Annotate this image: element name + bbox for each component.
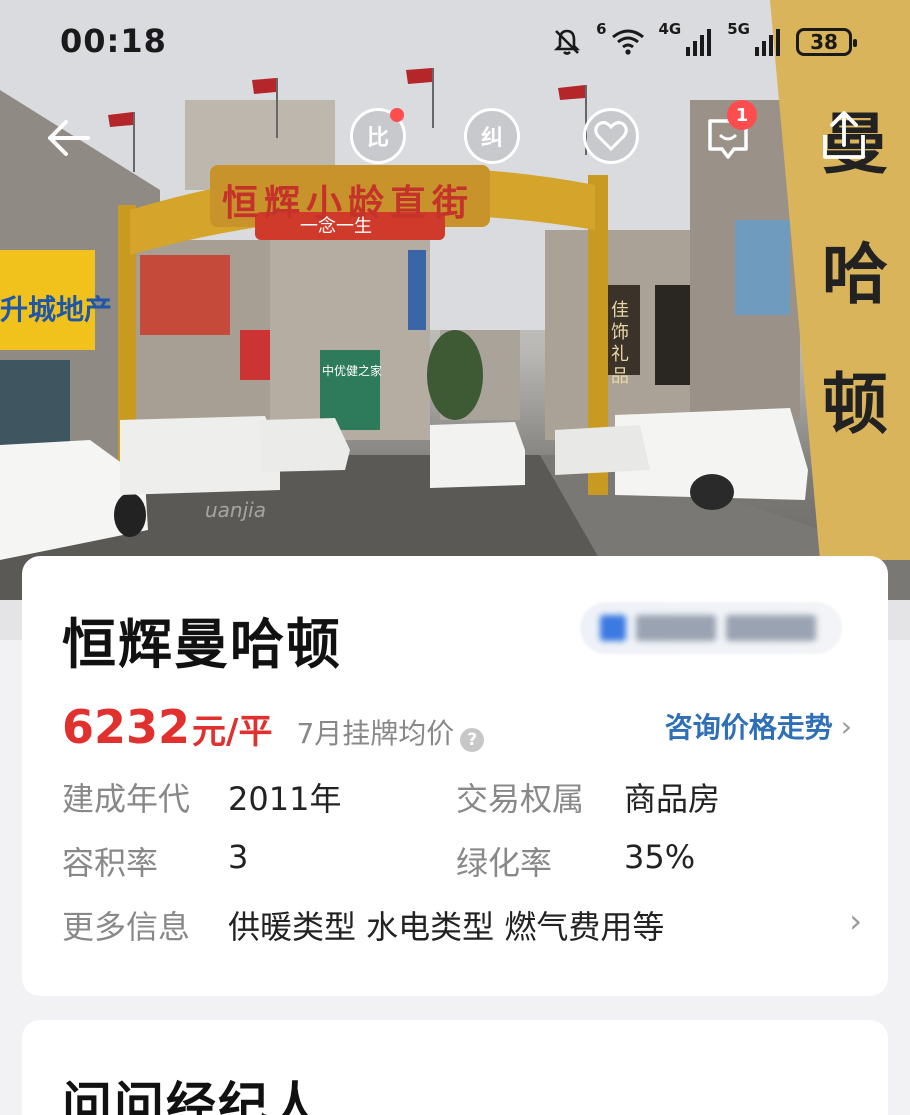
field-value: 3 — [228, 838, 249, 876]
left-shop-sign: 升城地产 — [0, 293, 113, 326]
share-icon — [823, 111, 865, 159]
community-photo[interactable]: 恒辉小龄直街 一念一生 升城地产 佳饰礼品 曼哈顿 中优健之家 uanjia 0… — [0, 0, 910, 640]
center-shop-sign: 中优健之家 — [322, 364, 383, 378]
correct-button[interactable]: 纠 — [464, 108, 520, 164]
arch-sub-text: 一念一生 — [300, 216, 372, 237]
info-row: 建成年代 2011年 交易权属 商品房 — [62, 774, 862, 838]
status-bar: 00:18 6 4G 5G 38 — [0, 0, 910, 84]
wifi-label: 6 — [596, 20, 607, 38]
price-trend-label: 咨询价格走势 — [664, 711, 833, 744]
back-button[interactable] — [40, 110, 96, 166]
mute-bell-icon — [553, 29, 581, 55]
blurred-tag — [580, 602, 842, 654]
field-label: 绿化率 — [456, 844, 553, 882]
battery-indicator: 38 — [796, 28, 857, 56]
more-info-label: 更多信息 — [62, 908, 191, 946]
info-row: 容积率 3 绿化率 35% — [62, 838, 862, 902]
field-value: 35% — [624, 838, 696, 876]
watermark: uanjia — [205, 498, 266, 522]
back-arrow-icon — [48, 120, 90, 156]
field-label: 交易权属 — [456, 780, 585, 818]
signal-bars-icon-2 — [755, 29, 780, 56]
wifi-icon — [611, 29, 644, 55]
chevron-right-icon: › — [840, 709, 852, 743]
signal-bars-icon — [686, 29, 712, 56]
price-note: 7月挂牌均价 — [296, 717, 455, 750]
price-value: 6232 — [62, 700, 191, 754]
status-time: 00:18 — [60, 22, 167, 60]
ask-agent-card: 问问经纪人 — [22, 1020, 888, 1115]
price-trend-link[interactable]: 咨询价格走势 › — [665, 706, 852, 746]
net1-label: 4G — [658, 20, 682, 38]
info-grid: 建成年代 2011年 交易权属 商品房 容积率 3 绿化率 35% 更多信息 供… — [62, 774, 862, 966]
chevron-right-icon: › — [849, 902, 862, 940]
net2-label: 5G — [727, 20, 750, 38]
community-name: 恒辉曼哈顿 — [62, 613, 342, 676]
compare-label: 比 — [366, 126, 389, 151]
favorite-button[interactable] — [583, 108, 639, 164]
field-label: 建成年代 — [62, 780, 191, 818]
more-info-value: 供暖类型 水电类型 燃气费用等 — [228, 908, 665, 946]
message-badge: 1 — [727, 100, 757, 130]
price-row: 6232 元/平 7月挂牌均价 ? — [62, 700, 485, 754]
field-value: 2011年 — [228, 780, 342, 818]
field-value: 商品房 — [624, 780, 721, 818]
community-detail-page: 恒辉小龄直街 一念一生 升城地产 佳饰礼品 曼哈顿 中优健之家 uanjia 0… — [0, 0, 910, 1115]
help-icon[interactable]: ? — [460, 728, 485, 752]
field-label: 容积率 — [62, 844, 159, 882]
more-info-row[interactable]: 更多信息 供暖类型 水电类型 燃气费用等 › — [62, 902, 862, 966]
correct-label: 纠 — [480, 126, 503, 151]
price-unit: 元/平 — [192, 712, 273, 752]
street-scene-illustration — [0, 0, 910, 640]
community-info-card: 恒辉曼哈顿 6232 元/平 7月挂牌均价 ? 咨询价格走势 › 建成年代 20… — [22, 556, 888, 996]
status-icons: 6 4G 5G 38 — [552, 20, 857, 62]
heart-icon — [594, 121, 628, 151]
compare-notification-dot — [390, 108, 404, 122]
right-shop-sign: 佳饰礼品 — [611, 300, 629, 387]
share-button[interactable] — [816, 106, 872, 166]
ask-agent-title: 问问经纪人 — [62, 1077, 322, 1115]
